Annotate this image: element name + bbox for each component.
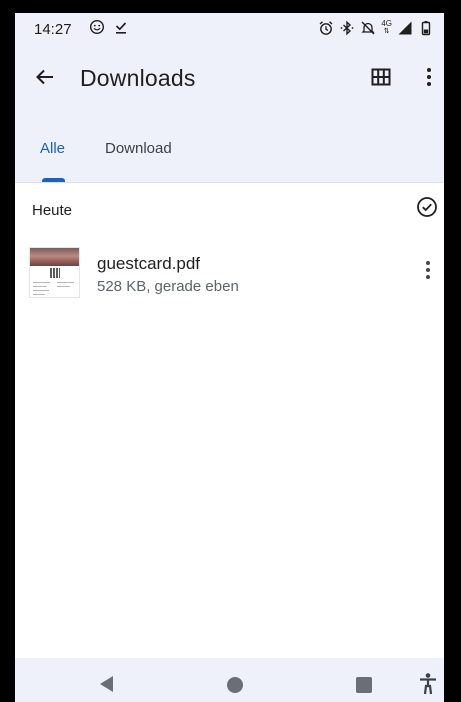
thumbnail-line — [33, 286, 47, 287]
bluetooth-icon — [339, 20, 355, 36]
nav-home-icon[interactable] — [227, 677, 243, 693]
network-4g-icon: 4G ⇅ — [381, 20, 392, 36]
tab-indicator — [42, 178, 65, 182]
more-vert-icon — [425, 260, 431, 285]
nav-back-icon[interactable] — [97, 674, 117, 694]
more-options-button[interactable] — [413, 63, 444, 95]
accessibility-icon[interactable] — [417, 672, 439, 696]
status-right-icons: 4G ⇅ — [318, 20, 434, 36]
more-vert-icon — [426, 67, 432, 92]
thumbnail-line — [33, 294, 45, 295]
network-arrows-icon: ⇅ — [383, 28, 390, 35]
page-title: Downloads — [80, 65, 196, 91]
thumbnail-line — [33, 282, 50, 283]
check-circle-icon — [416, 196, 438, 223]
file-meta: 528 KB, gerade eben — [97, 278, 239, 295]
back-button[interactable] — [29, 63, 61, 95]
thumbnail-photo — [30, 248, 79, 266]
thumbnail-line — [33, 290, 49, 291]
battery-icon — [418, 20, 434, 36]
nav-recents-icon[interactable] — [356, 677, 372, 693]
network-label: 4G — [381, 19, 392, 28]
file-name: guestcard.pdf — [97, 254, 201, 273]
signal-icon — [397, 20, 413, 36]
screen: 14:27 4G ⇅ Downloads Alle Download Heute… — [15, 13, 444, 702]
thumbnail-line — [57, 282, 74, 283]
status-left-icons — [89, 19, 129, 35]
file-options-button[interactable] — [413, 257, 443, 287]
download-done-icon — [113, 19, 129, 35]
pdf-thumbnail — [29, 247, 80, 298]
grid-view-icon — [371, 68, 391, 91]
arrow-back-icon — [34, 66, 56, 93]
thumbnail-qr — [50, 268, 60, 278]
file-list-item[interactable]: guestcard.pdf 528 KB, gerade eben — [15, 243, 444, 305]
status-time: 14:27 — [34, 21, 72, 38]
mute-icon — [360, 20, 376, 36]
alarm-icon — [318, 20, 334, 36]
tab-download[interactable]: Download — [105, 140, 172, 157]
emoji-icon — [89, 19, 105, 35]
tab-alle[interactable]: Alle — [40, 140, 65, 157]
system-navigation-bar — [15, 658, 444, 702]
filter-tabs: Alle Download — [15, 131, 444, 182]
status-bar: 14:27 4G ⇅ — [15, 13, 444, 47]
grid-view-button[interactable] — [365, 63, 397, 95]
thumbnail-line — [57, 286, 70, 287]
section-header-heute: Heute — [32, 202, 73, 219]
app-bar: Downloads — [15, 51, 444, 107]
select-all-button[interactable] — [414, 196, 440, 222]
